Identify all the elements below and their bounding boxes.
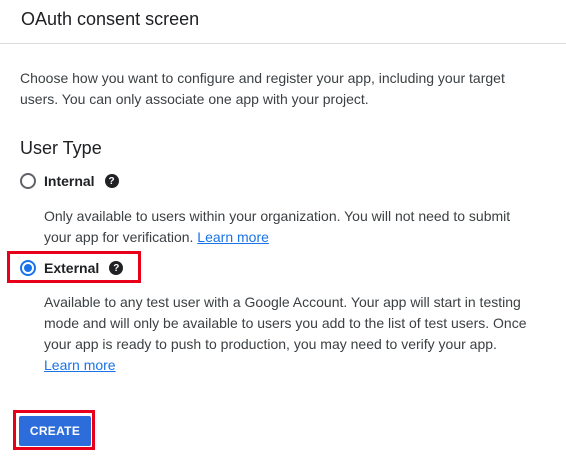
external-description: Available to any test user with a Google…: [44, 292, 534, 376]
page-header: OAuth consent screen: [0, 0, 566, 44]
internal-option[interactable]: Internal ?: [20, 170, 119, 192]
user-type-heading: User Type: [20, 138, 102, 158]
internal-learn-more-link[interactable]: Learn more: [197, 229, 269, 245]
create-button[interactable]: CREATE: [19, 416, 91, 446]
internal-description-text: Only available to users within your orga…: [44, 208, 511, 245]
help-icon[interactable]: ?: [104, 174, 119, 188]
internal-radio[interactable]: [20, 173, 36, 189]
internal-description: Only available to users within your orga…: [44, 206, 534, 248]
page-title: OAuth consent screen: [21, 9, 200, 29]
external-highlight-box: [7, 251, 141, 283]
internal-label[interactable]: Internal: [44, 173, 95, 189]
external-learn-more-link[interactable]: Learn more: [44, 357, 116, 373]
external-description-text: Available to any test user with a Google…: [44, 294, 527, 352]
page-description: Choose how you want to configure and reg…: [20, 70, 505, 107]
